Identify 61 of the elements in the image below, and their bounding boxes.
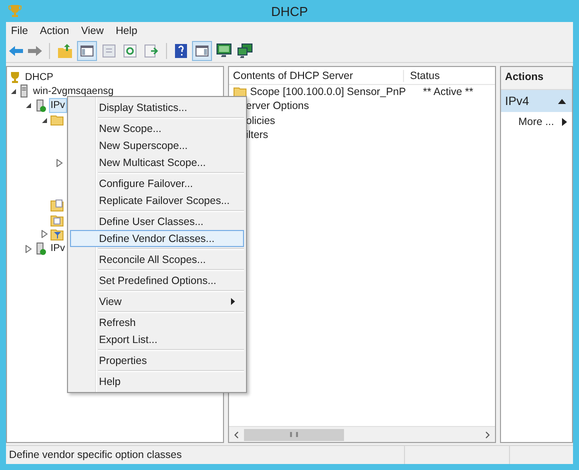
tree-item[interactable]: DHCP <box>24 70 54 84</box>
action-link[interactable]: More ... <box>518 116 554 128</box>
trophy-icon <box>9 70 21 84</box>
action-pane-icon[interactable] <box>193 42 211 60</box>
horizontal-scrollbar[interactable] <box>229 426 495 442</box>
folder-icon <box>233 86 247 98</box>
menu-item[interactable]: Configure Failover... <box>70 175 244 192</box>
collapsed-arrow-icon[interactable] <box>40 230 48 238</box>
menu-item[interactable]: Export List... <box>70 331 244 348</box>
menu-item[interactable]: New Scope... <box>70 120 244 137</box>
expanded-arrow-icon[interactable] <box>40 116 48 124</box>
server-status-icon <box>34 242 46 256</box>
filter-icon <box>50 228 64 241</box>
tree-item[interactable]: IPv <box>50 242 66 256</box>
menu-item[interactable]: View <box>81 25 104 37</box>
menu-item[interactable]: Help <box>116 25 138 37</box>
menu-item[interactable]: Display Statistics... <box>70 99 244 116</box>
actions-header: Actions <box>501 67 572 90</box>
expanded-arrow-icon[interactable] <box>10 88 16 95</box>
trophy-icon <box>8 4 22 18</box>
monitors-icon[interactable] <box>237 43 253 59</box>
menu-item[interactable]: Properties <box>70 352 244 369</box>
menu-item[interactable]: File <box>11 25 28 37</box>
policy-icon <box>50 214 64 227</box>
status-text: Define vendor specific option classes <box>6 446 405 464</box>
menu-item[interactable]: View <box>70 293 244 310</box>
menu-item[interactable]: Replicate Failover Scopes... <box>70 192 244 209</box>
folder-icon <box>50 114 64 126</box>
menu-item[interactable]: Action <box>40 25 70 37</box>
menu-item[interactable]: Reconcile All Scopes... <box>70 251 244 268</box>
menu-item[interactable]: Define Vendor Classes... <box>70 230 244 247</box>
collapsed-arrow-icon[interactable] <box>56 158 63 167</box>
list-item[interactable]: Scope [100.100.0.0] Sensor_PnP <box>250 86 407 98</box>
tree-item[interactable]: IPv <box>50 99 66 112</box>
menu-item[interactable]: Help <box>70 373 244 390</box>
back-arrow-icon[interactable] <box>9 45 23 57</box>
monitor-icon[interactable] <box>216 43 232 59</box>
folder-up-icon[interactable] <box>57 43 73 59</box>
expanded-arrow-icon[interactable] <box>25 102 32 110</box>
collapse-caret-icon[interactable] <box>558 98 566 104</box>
status-cell-text: ** Active ** <box>422 86 474 98</box>
menu-item[interactable]: Set Predefined Options... <box>70 272 244 289</box>
forward-arrow-icon[interactable] <box>28 45 42 57</box>
section-title: IPv4 <box>505 94 530 108</box>
server-icon <box>19 84 29 98</box>
menu-item[interactable]: Refresh <box>70 314 244 331</box>
window-title: DHCP <box>271 4 308 18</box>
menu-item[interactable]: Define User Classes... <box>70 213 244 230</box>
actions-section[interactable]: IPv4 <box>501 90 572 112</box>
column-header[interactable]: Contents of DHCP Server <box>229 70 404 82</box>
refresh-icon[interactable] <box>122 43 138 59</box>
console-tree-icon[interactable] <box>78 42 96 60</box>
tree-item[interactable]: win-2vgmsqaensg <box>32 84 115 98</box>
collapsed-arrow-icon[interactable] <box>25 244 32 253</box>
folder-document-icon <box>50 199 64 212</box>
help-icon[interactable] <box>174 43 188 59</box>
menu-item[interactable]: New Superscope... <box>70 137 244 154</box>
server-status-icon <box>34 98 46 113</box>
export-icon[interactable] <box>143 43 159 59</box>
column-header[interactable]: Status <box>404 70 440 82</box>
menu-item[interactable]: New Multicast Scope... <box>70 154 244 171</box>
